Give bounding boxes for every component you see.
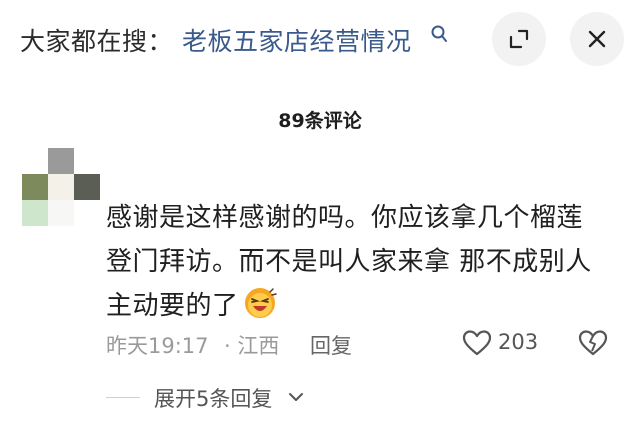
chevron-down-icon[interactable] <box>287 388 305 406</box>
search-icon[interactable] <box>430 24 448 46</box>
comment-line: 感谢是这样感谢的吗。你应该拿几个榴莲 <box>106 203 584 233</box>
laughing-emoji-icon <box>244 287 277 318</box>
collapse-icon <box>509 29 529 49</box>
like-count: 203 <box>498 330 539 354</box>
collapse-button[interactable] <box>492 12 546 66</box>
comment-body: 感谢是这样感谢的吗。你应该拿几个榴莲 登门拜访。而不是叫人家来拿 那不成别人 主… <box>106 196 626 328</box>
comment-count-heading: 89条评论 <box>278 110 362 132</box>
avatar[interactable] <box>22 148 102 228</box>
broken-heart-icon[interactable] <box>578 329 608 357</box>
comment-line: 登门拜访。而不是叫人家来拿 那不成别人 <box>106 247 592 277</box>
reply-divider <box>106 397 140 398</box>
close-icon <box>588 30 606 48</box>
reply-button[interactable]: 回复 <box>310 330 352 360</box>
search-suggestion-bar[interactable]: 大家都在搜： 老板五家店经营情况 <box>0 0 640 80</box>
close-button[interactable] <box>570 12 624 66</box>
comment-timestamp: 昨天19:17 <box>106 334 209 358</box>
comment-line-text: 主动要的了 <box>106 291 239 321</box>
heart-icon[interactable] <box>462 329 492 357</box>
search-suggestion-prefix: 大家都在搜： <box>20 27 174 56</box>
expand-replies-button[interactable]: 展开5条回复 <box>154 383 272 413</box>
search-suggestion-query[interactable]: 老板五家店经营情况 <box>182 22 412 58</box>
comment-line: 主动要的了 <box>106 284 626 328</box>
comment-location: · 江西 <box>224 334 280 358</box>
